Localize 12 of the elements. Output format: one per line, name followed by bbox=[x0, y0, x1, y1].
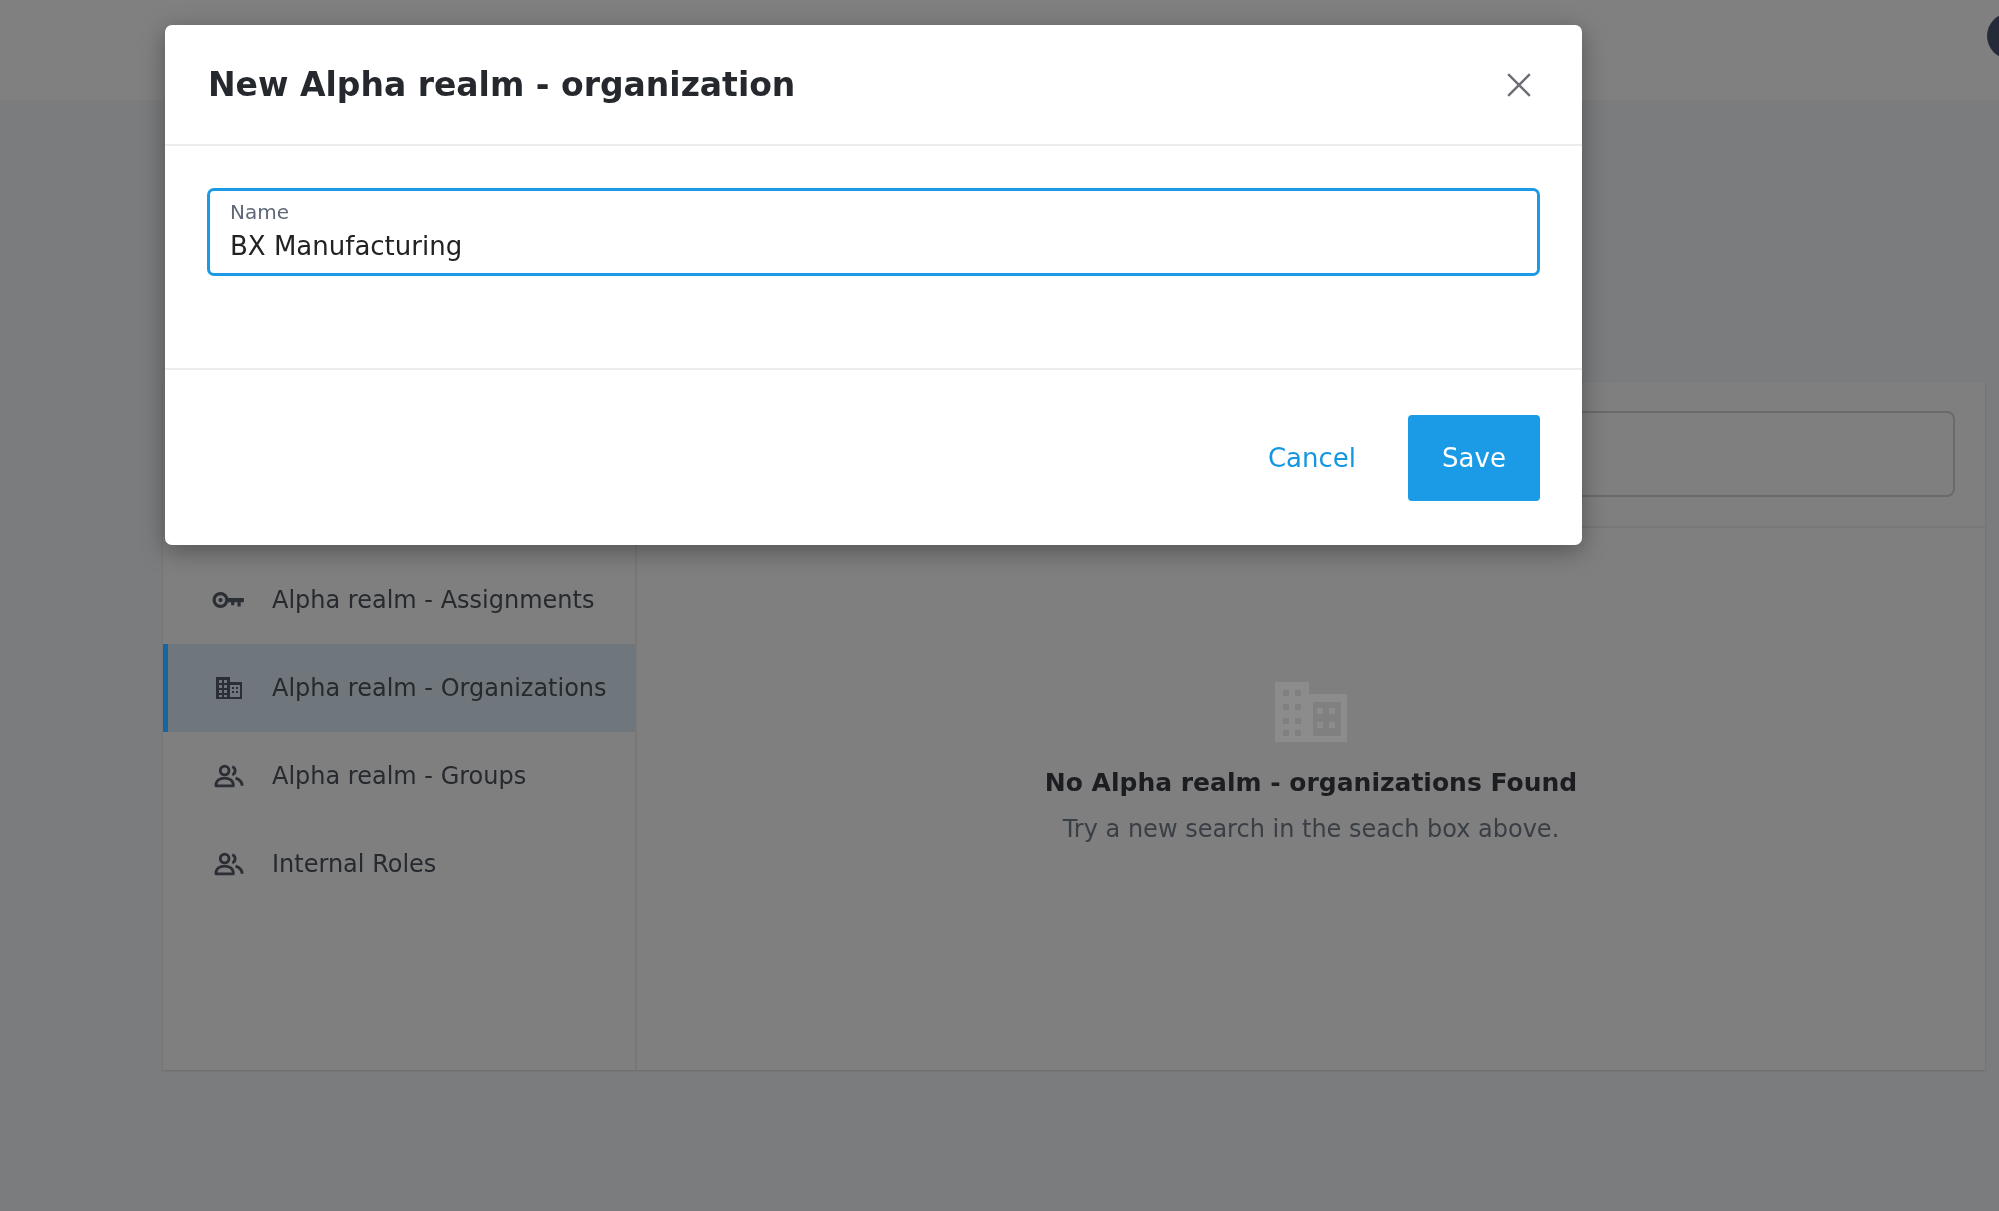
dialog-title: New Alpha realm - organization bbox=[208, 65, 796, 104]
empty-state-message: Try a new search in the seach box above. bbox=[1062, 815, 1560, 843]
people-icon bbox=[212, 852, 246, 876]
empty-state-title: No Alpha realm - organizations Found bbox=[1044, 768, 1578, 797]
sidebar-item[interactable]: Alpha realm - Groups bbox=[163, 732, 635, 820]
sidebar-item[interactable]: Alpha realm - Organizations bbox=[163, 644, 635, 732]
sidebar-item[interactable]: Internal Roles bbox=[163, 820, 635, 908]
people-icon bbox=[212, 764, 246, 788]
sidebar-item[interactable]: Alpha realm - Assignments bbox=[163, 556, 635, 644]
cancel-button[interactable]: Cancel bbox=[1253, 422, 1370, 493]
save-button[interactable]: Save bbox=[1408, 414, 1540, 501]
field-label: Name bbox=[230, 200, 289, 224]
